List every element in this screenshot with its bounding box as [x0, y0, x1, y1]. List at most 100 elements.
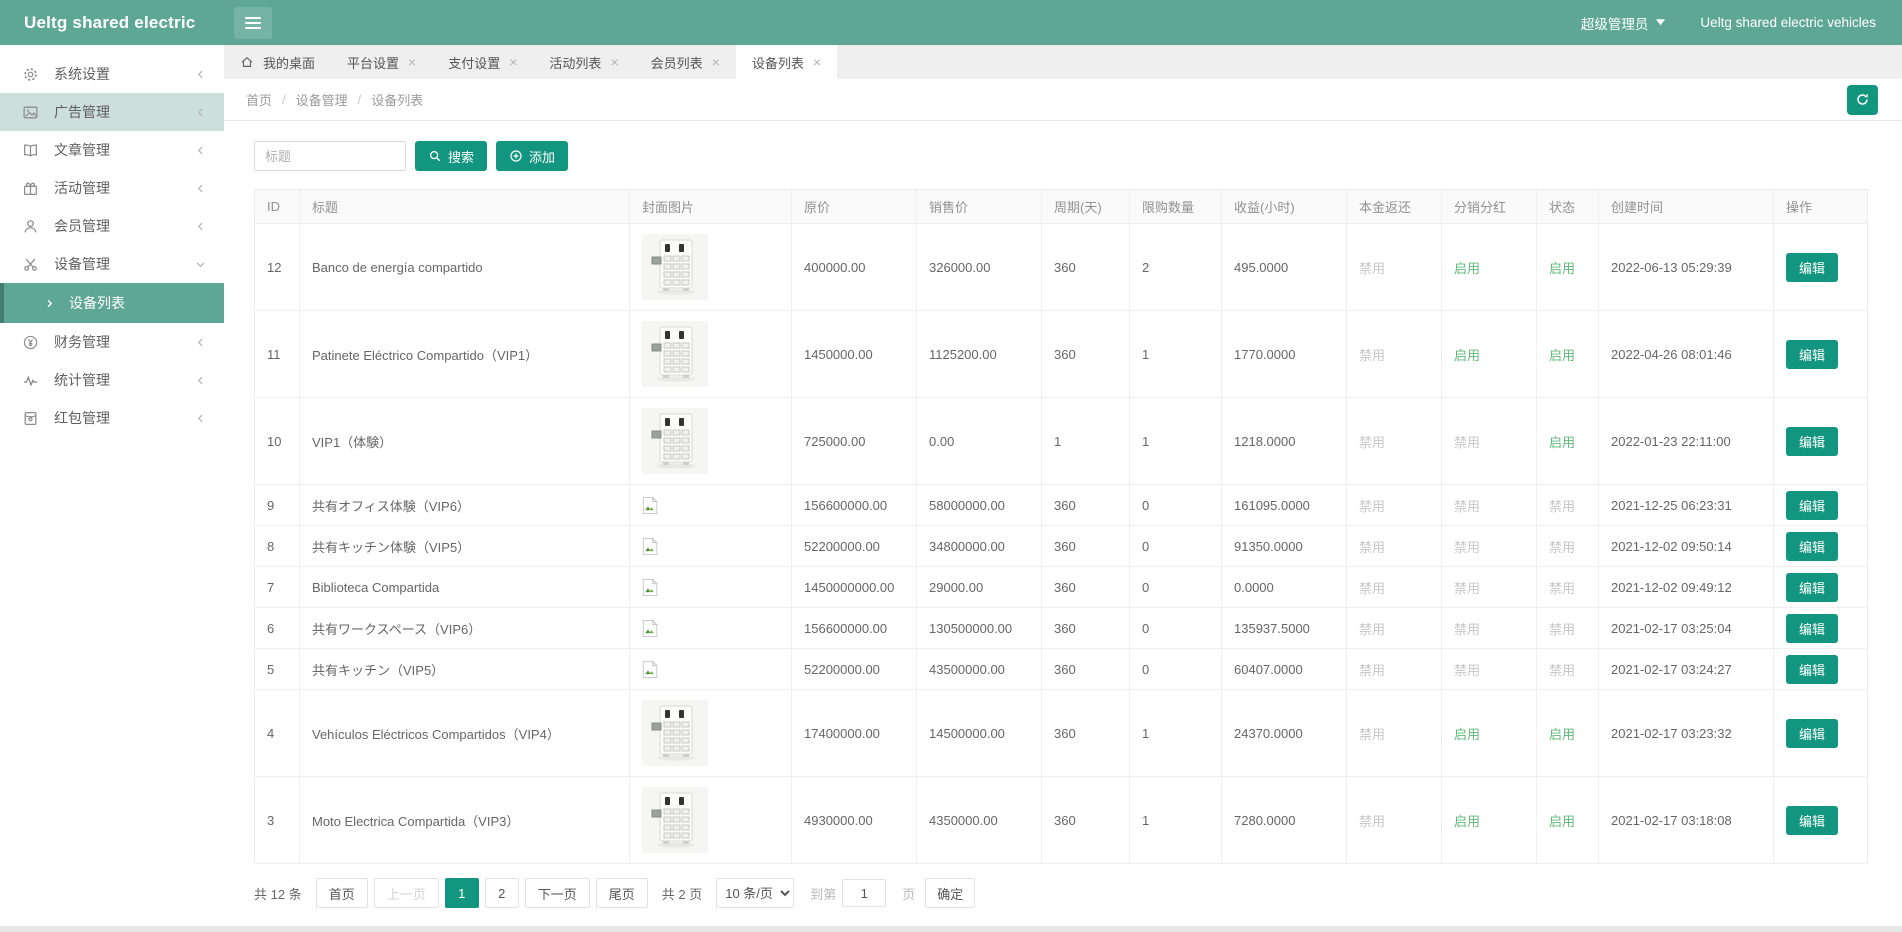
add-button[interactable]: 添加 — [496, 141, 568, 171]
table-row: 11Patinete Eléctrico Compartido（VIP1）145… — [255, 311, 1867, 398]
refresh-button[interactable] — [1847, 85, 1878, 115]
action-cell: 编辑 — [1774, 311, 1867, 398]
pagination-last-button[interactable]: 尾页 — [596, 878, 648, 908]
cell-period: 360 — [1042, 224, 1130, 311]
sidebar-item-3[interactable]: 活动管理 — [0, 169, 224, 207]
edit-button[interactable]: 编辑 — [1786, 719, 1838, 748]
tab-label: 我的桌面 — [263, 53, 315, 72]
table-row: 4Vehículos Eléctricos Compartidos（VIP4）1… — [255, 690, 1867, 777]
edit-button[interactable]: 编辑 — [1786, 614, 1838, 643]
tab-label: 支付设置 — [448, 53, 500, 72]
search-input[interactable] — [254, 141, 406, 171]
cell-status: 启用 — [1537, 311, 1599, 398]
image-icon — [22, 104, 39, 121]
edit-button[interactable]: 编辑 — [1786, 427, 1838, 456]
cell-period: 360 — [1042, 777, 1130, 864]
cell-created: 2021-12-02 09:50:14 — [1599, 526, 1774, 567]
cell-limit: 0 — [1130, 485, 1222, 526]
sidebar-item-5[interactable]: 设备管理 — [0, 245, 224, 283]
plus-circle-icon — [509, 149, 523, 163]
cell-status: 禁用 — [1537, 567, 1599, 608]
pagination-first-button[interactable]: 首页 — [316, 878, 368, 908]
edit-button[interactable]: 编辑 — [1786, 532, 1838, 561]
breadcrumb-item-1[interactable]: 设备管理 — [296, 90, 348, 109]
pagination-prev-button[interactable]: 上一页 — [374, 878, 439, 908]
status-badge: 禁用 — [1359, 578, 1385, 597]
cell-created: 2021-02-17 03:24:27 — [1599, 649, 1774, 690]
close-icon[interactable]: × — [408, 55, 416, 69]
breadcrumb-item-0[interactable]: 首页 — [246, 90, 272, 109]
edit-button[interactable]: 编辑 — [1786, 340, 1838, 369]
close-icon[interactable]: × — [813, 55, 821, 69]
cell-status: 启用 — [1537, 690, 1599, 777]
pagination-page-2[interactable]: 2 — [485, 878, 519, 908]
sidebar-item-6[interactable]: 设备列表 — [0, 283, 224, 323]
edit-button[interactable]: 编辑 — [1786, 655, 1838, 684]
sidebar-item-8[interactable]: 统计管理 — [0, 361, 224, 399]
cell-sale_price: 0.00 — [917, 398, 1042, 485]
status-badge: 启用 — [1454, 345, 1480, 364]
cell-profit: 24370.0000 — [1222, 690, 1347, 777]
edit-button[interactable]: 编辑 — [1786, 573, 1838, 602]
cell-profit: 161095.0000 — [1222, 485, 1347, 526]
cell-sale_price: 29000.00 — [917, 567, 1042, 608]
close-icon[interactable]: × — [712, 55, 720, 69]
user-role-dropdown[interactable]: 超级管理员 — [1581, 13, 1667, 33]
cell-sale_price: 43500000.00 — [917, 649, 1042, 690]
cell-limit: 0 — [1130, 649, 1222, 690]
column-header-2: 封面图片 — [630, 190, 792, 224]
breadcrumb-bar: 首页/设备管理/设备列表 — [224, 79, 1902, 121]
action-cell: 编辑 — [1774, 398, 1867, 485]
edit-button[interactable]: 编辑 — [1786, 253, 1838, 282]
column-header-1: 标题 — [300, 190, 630, 224]
tab-3[interactable]: 活动列表 × — [533, 45, 634, 79]
close-icon[interactable]: × — [509, 55, 517, 69]
tab-0[interactable]: 我的桌面 — [224, 45, 331, 79]
pagination-page-1[interactable]: 1 — [445, 878, 479, 908]
column-header-6: 限购数量 — [1130, 190, 1222, 224]
cell-title: Patinete Eléctrico Compartido（VIP1） — [300, 311, 630, 398]
sidebar-item-9[interactable]: 红包管理 — [0, 399, 224, 437]
tab-1[interactable]: 平台设置× — [331, 45, 432, 79]
cell-id: 6 — [255, 608, 300, 649]
sidebar-item-0[interactable]: 系统设置 — [0, 55, 224, 93]
pagination-next-button[interactable]: 下一页 — [525, 878, 590, 908]
status-badge: 禁用 — [1454, 660, 1480, 679]
tab-5[interactable]: 设备列表× — [736, 45, 837, 79]
cell-sale_price: 1125200.00 — [917, 311, 1042, 398]
close-icon[interactable]: × — [610, 55, 618, 69]
tab-2[interactable]: 支付设置 × — [432, 45, 533, 79]
cell-created: 2022-01-23 22:11:00 — [1599, 398, 1774, 485]
cell-period: 360 — [1042, 567, 1130, 608]
cell-price: 725000.00 — [792, 398, 917, 485]
cell-id: 8 — [255, 526, 300, 567]
broken-image-icon — [630, 485, 792, 526]
arrow-right-icon — [44, 298, 55, 309]
table-row: 5共有キッチン（VIP5）52200000.0043500000.0036006… — [255, 649, 1867, 690]
cell-dividend: 启用 — [1442, 690, 1537, 777]
edit-button[interactable]: 编辑 — [1786, 491, 1838, 520]
sidebar-item-1[interactable]: 广告管理 — [0, 93, 224, 131]
hamburger-menu-icon[interactable] — [234, 7, 272, 39]
tab-label: 活动列表 — [549, 53, 601, 72]
page-size-select[interactable]: 10 条/页 — [716, 878, 794, 908]
book-icon — [22, 142, 39, 159]
search-button[interactable]: 搜索 — [415, 141, 487, 171]
user-icon — [22, 218, 39, 235]
goto-page-input[interactable] — [842, 879, 886, 907]
cell-price: 156600000.00 — [792, 485, 917, 526]
action-cell: 编辑 — [1774, 649, 1867, 690]
cell-limit: 1 — [1130, 777, 1222, 864]
goto-confirm-button[interactable]: 确定 — [925, 878, 975, 908]
tab-4[interactable]: 会员列表× — [635, 45, 736, 79]
cell-principal: 禁用 — [1347, 777, 1442, 864]
sidebar-item-4[interactable]: 会员管理 — [0, 207, 224, 245]
sidebar-item-label: 文章管理 — [54, 140, 195, 160]
sidebar-item-2[interactable]: 文章管理 — [0, 131, 224, 169]
sidebar-item-7[interactable]: 财务管理 — [0, 323, 224, 361]
column-header-3: 原价 — [792, 190, 917, 224]
table-row: 6共有ワークスペース（VIP6）156600000.00130500000.00… — [255, 608, 1867, 649]
cell-principal: 禁用 — [1347, 398, 1442, 485]
edit-button[interactable]: 编辑 — [1786, 806, 1838, 835]
cell-principal: 禁用 — [1347, 690, 1442, 777]
